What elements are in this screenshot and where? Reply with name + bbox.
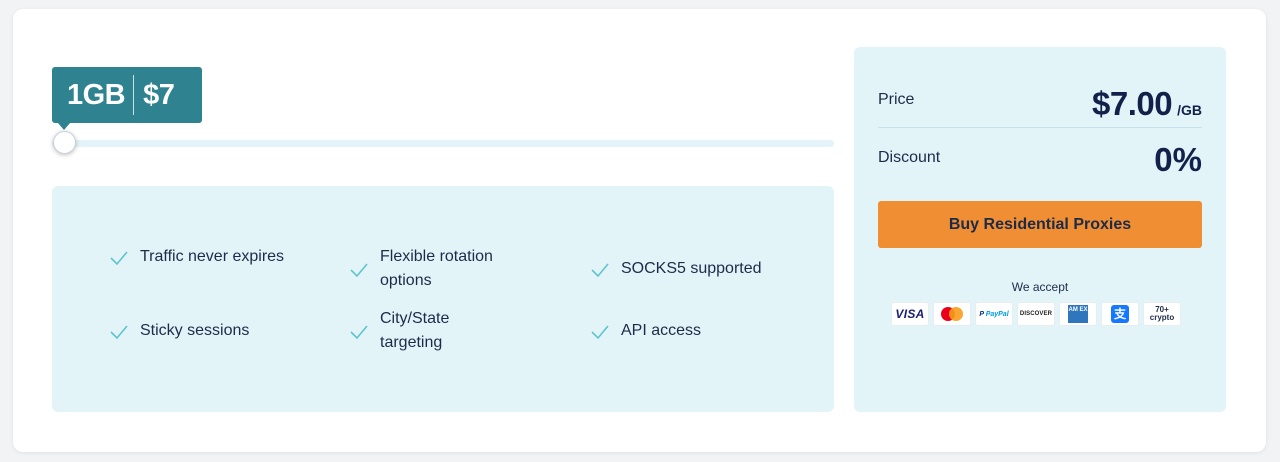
feature-label: City/State targeting (380, 310, 450, 351)
feature-label: SOCKS5 supported (621, 260, 762, 277)
paypal-text: PayPal (985, 310, 1009, 318)
slider-price: $7 (143, 78, 175, 111)
feature-label: Traffic never expires (140, 248, 285, 265)
paypal-icon: P PayPal (975, 302, 1013, 326)
feature-item: Flexible rotation options (348, 245, 530, 293)
price-value: $7.00 /GB (1092, 85, 1202, 123)
order-summary-panel: Price $7.00 /GB Discount 0% Buy Resident… (854, 47, 1226, 412)
feature-label: Sticky sessions (140, 322, 250, 339)
check-icon (350, 325, 368, 340)
alipay-icon: 支 (1101, 302, 1139, 326)
discover-icon: DISCOVER (1017, 302, 1055, 326)
discount-value: 0% (1154, 141, 1202, 178)
features-box: Traffic never expires Flexible rotation … (52, 186, 834, 412)
feature-item: Sticky sessions (108, 319, 290, 343)
feature-item: Traffic never expires (108, 245, 290, 269)
paypal-label: P PayPal (979, 310, 1009, 318)
check-icon (110, 325, 128, 340)
feature-item: API access (589, 319, 771, 343)
tooltip-divider (133, 75, 135, 115)
traffic-slider-track[interactable] (52, 140, 834, 147)
payment-methods: VISA P PayPal DISCOVER AM EX 支 70+ crypt… (891, 302, 1181, 326)
amex-label: AM EX (1068, 305, 1088, 323)
price-unit: /GB (1177, 102, 1202, 118)
pricing-card: 1GB $7 Traffic never expires Flexible ro… (13, 9, 1266, 452)
check-icon (591, 263, 609, 278)
slider-value-tooltip: 1GB $7 (52, 67, 202, 130)
crypto-icon: 70+ crypto (1143, 302, 1181, 326)
buy-residential-proxies-button[interactable]: Buy Residential Proxies (878, 201, 1202, 248)
price-amount: $7.00 (1092, 85, 1173, 122)
summary-divider (878, 127, 1202, 128)
traffic-slider-handle[interactable] (53, 131, 76, 154)
discount-label: Discount (878, 149, 941, 166)
feature-item: City/State targeting (348, 307, 490, 355)
feature-item: SOCKS5 supported (589, 257, 801, 281)
check-icon (110, 251, 128, 266)
check-icon (591, 325, 609, 340)
discover-label: DISCOVER (1019, 311, 1053, 317)
visa-icon: VISA (891, 302, 929, 326)
mastercard-logo (941, 307, 963, 321)
visa-label: VISA (895, 307, 925, 321)
mastercard-icon (933, 302, 971, 326)
feature-label: API access (621, 322, 702, 339)
feature-label: Flexible rotation options (380, 248, 493, 289)
alipay-label: 支 (1111, 305, 1129, 323)
amex-icon: AM EX (1059, 302, 1097, 326)
check-icon (350, 263, 368, 278)
price-label: Price (878, 91, 915, 108)
slider-amount: 1GB (67, 78, 126, 111)
we-accept-label: We accept (1011, 280, 1069, 294)
crypto-label: 70+ crypto (1149, 305, 1175, 322)
